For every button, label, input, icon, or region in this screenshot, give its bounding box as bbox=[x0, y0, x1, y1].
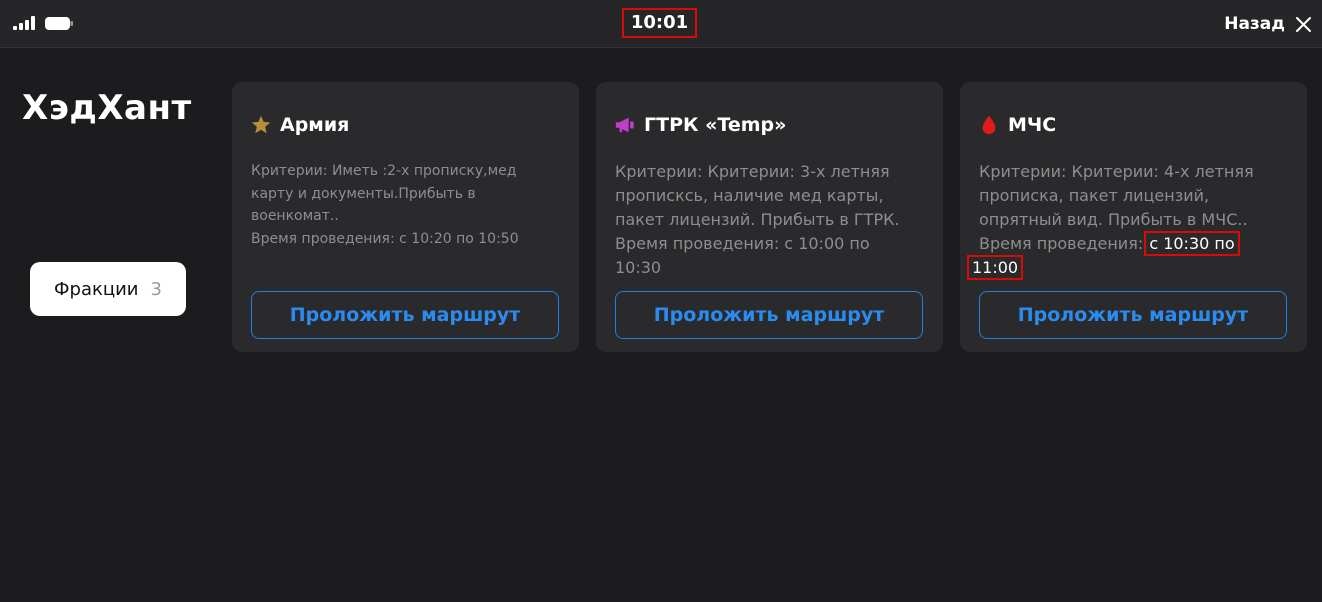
card-description: Критерии: Критерии: 4-х летняя прописка,… bbox=[967, 160, 1297, 280]
card-header: ГТРК «Temp» bbox=[614, 114, 786, 136]
description-line: карту и документы.Прибыть в bbox=[251, 185, 476, 202]
card-header: Армия bbox=[250, 114, 349, 136]
description-line: 10:30 bbox=[615, 258, 662, 277]
description-line: опрятный вид. Прибыть в МЧС.. bbox=[979, 210, 1248, 229]
description-line: пакет лицензий. Прибыть в ГТРК. bbox=[615, 210, 900, 229]
route-button[interactable]: Проложить маршрут bbox=[979, 291, 1287, 339]
page-title: ХэдХант bbox=[22, 88, 192, 128]
card-title: МЧС bbox=[1008, 114, 1057, 136]
route-button[interactable]: Проложить маршрут bbox=[615, 291, 923, 339]
card-title: ГТРК «Temp» bbox=[644, 114, 787, 136]
back-button[interactable]: Назад bbox=[1224, 10, 1312, 38]
tab-count: 3 bbox=[150, 278, 162, 300]
description-line: прописка, пакет лицензий, bbox=[979, 186, 1210, 205]
clock-time: 10:01 bbox=[622, 8, 697, 38]
close-icon[interactable] bbox=[1295, 16, 1312, 33]
star-icon bbox=[251, 115, 271, 134]
description-line: Время проведения: с 10:30 по bbox=[979, 231, 1297, 256]
card-title: Армия bbox=[280, 114, 350, 136]
faction-card-mchs: МЧС Критерии: Критерии: 4-х летняя пропи… bbox=[960, 82, 1307, 352]
card-header: МЧС bbox=[978, 114, 1056, 136]
time-highlight: с 10:30 по bbox=[1144, 231, 1240, 256]
card-description: Критерии: Иметь :2-х прописку,мед карту … bbox=[251, 160, 569, 250]
back-button-label: Назад bbox=[1224, 14, 1285, 34]
description-line: военкомат.. bbox=[251, 208, 339, 224]
megaphone-icon bbox=[615, 117, 634, 133]
description-line: Критерии: Критерии: 4-х летняя bbox=[979, 162, 1254, 181]
battery-icon bbox=[45, 17, 73, 30]
description-line: Время проведения: с 10:00 по bbox=[615, 234, 870, 253]
description-line: Критерии: Иметь :2-х прописку,мед bbox=[251, 163, 517, 179]
status-bar: 10:01 Назад bbox=[0, 0, 1322, 48]
drop-icon bbox=[982, 115, 996, 135]
description-line: прописксь, наличие мед карты, bbox=[615, 186, 884, 205]
tab-factions[interactable]: Фракции 3 bbox=[30, 262, 186, 316]
route-button[interactable]: Проложить маршрут bbox=[251, 291, 559, 339]
description-line: Критерии: Критерии: 3-х летняя bbox=[615, 162, 890, 181]
description-line: 11:00 bbox=[967, 255, 1297, 280]
tab-label: Фракции bbox=[54, 278, 139, 300]
signal-icon bbox=[13, 16, 35, 30]
faction-card-gtrk: ГТРК «Temp» Критерии: Критерии: 3-х летн… bbox=[596, 82, 943, 352]
time-label: Время проведения: bbox=[979, 234, 1144, 253]
description-line: Время проведения: с 10:20 по 10:50 bbox=[251, 230, 519, 247]
time-highlight: 11:00 bbox=[967, 255, 1024, 280]
faction-card-army: Армия Критерии: Иметь :2-х прописку,мед … bbox=[232, 82, 579, 352]
card-description: Критерии: Критерии: 3-х летняя прописксь… bbox=[615, 160, 933, 280]
